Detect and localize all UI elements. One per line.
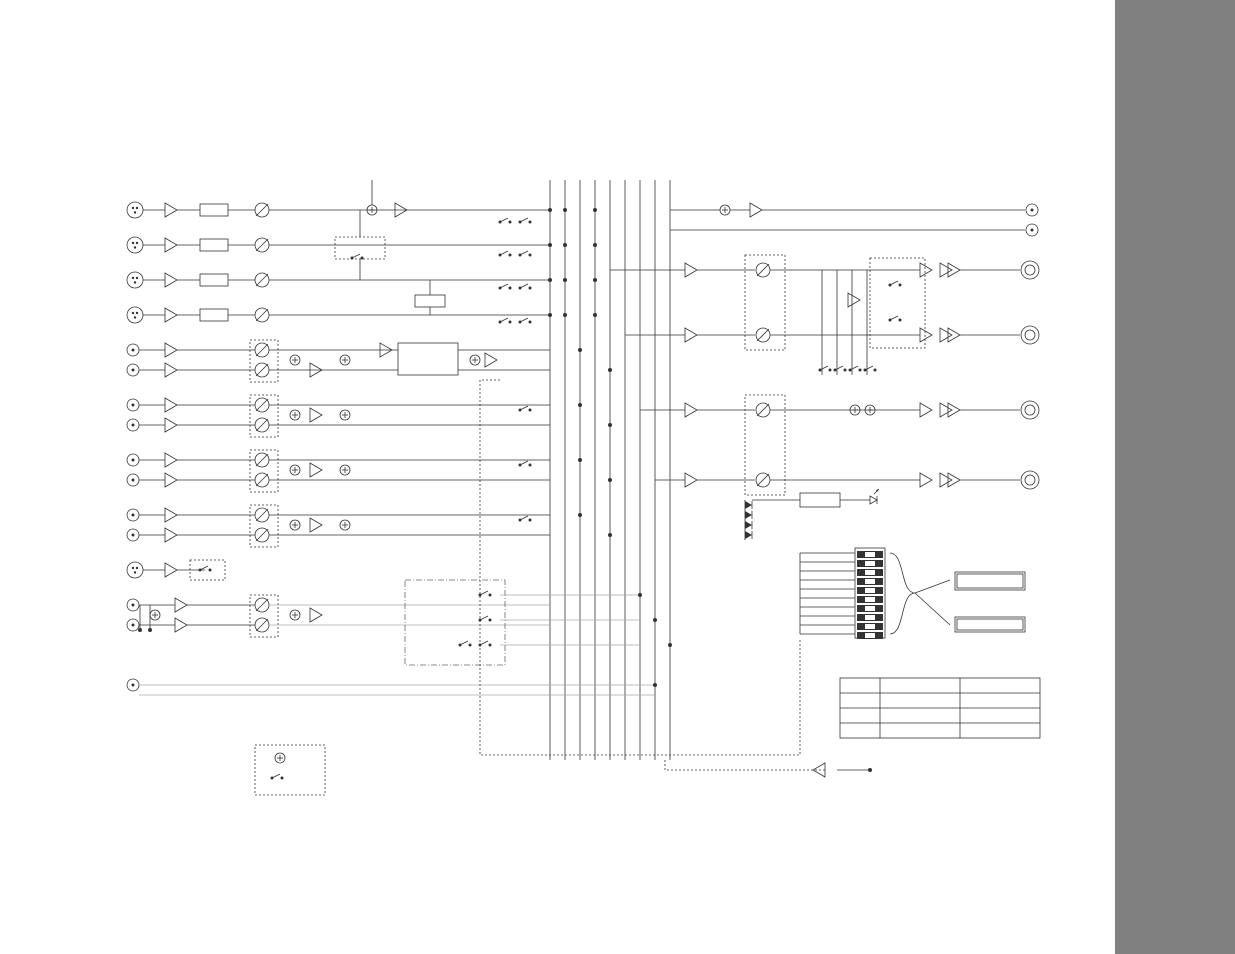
legend-switch-icon — [271, 774, 284, 780]
main-out-l-icon — [1026, 204, 1038, 216]
tab-sidebar — [1115, 0, 1235, 954]
master-r-pot — [756, 328, 770, 342]
gain-pot-icon — [255, 203, 269, 217]
out-xlr-2-icon — [1021, 326, 1039, 344]
legend-box — [255, 745, 325, 795]
level-meter — [800, 548, 1025, 639]
mono-channels — [127, 202, 597, 323]
return-section — [127, 560, 550, 637]
legend-sum-icon — [275, 753, 285, 763]
ref-table — [840, 678, 1040, 738]
peak-detector — [745, 489, 879, 540]
block-diagram — [0, 0, 1115, 954]
stereo-block — [398, 343, 458, 375]
out-xlr-1-icon — [1021, 261, 1039, 279]
preamp-icon — [165, 203, 177, 217]
output-routing-switches — [819, 270, 877, 375]
out-xlr-3-icon — [1021, 401, 1039, 419]
output-section — [610, 203, 1039, 540]
bus-assign-switches — [499, 218, 532, 324]
aux2-master-pot — [756, 473, 770, 487]
two-track-in-icon — [127, 679, 139, 691]
input-xlr-icon — [127, 202, 143, 218]
aux1-master-pot — [756, 403, 770, 417]
master-l-pot — [756, 263, 770, 277]
main-out-r-icon — [1026, 224, 1038, 236]
page: { "title": "Block Diagram — Signal Flow"… — [0, 0, 1235, 954]
eq-block — [200, 204, 228, 216]
stereo-channels — [127, 340, 612, 547]
peak-led-icon — [870, 489, 879, 504]
out-xlr-4-icon — [1021, 471, 1039, 489]
mix-bus-group — [550, 180, 670, 760]
solo-pfl-selector — [405, 580, 505, 665]
